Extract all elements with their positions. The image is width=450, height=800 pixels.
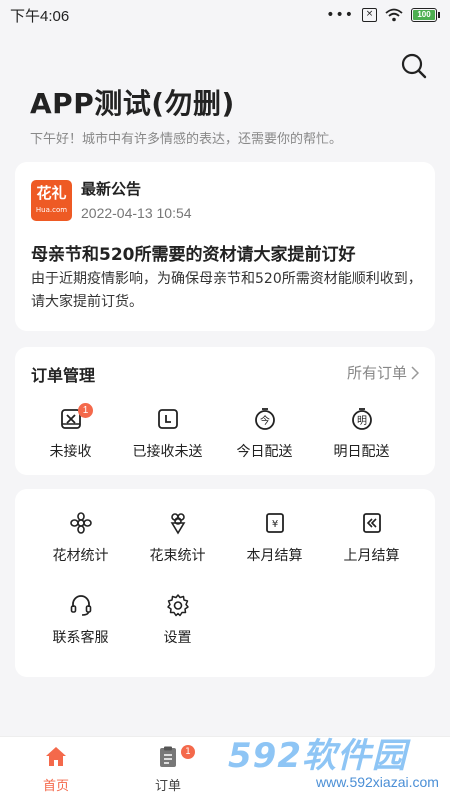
headset-icon [70,595,91,616]
tools-card: 花材统计 花束统计 ¥ 本月结算 上月结算 联系客服 设置 [15,489,435,677]
search-icon [401,53,427,79]
tool-last-month-settlement[interactable]: 上月结算 [323,511,420,565]
order-deliver-tomorrow[interactable]: 明 明日配送 [313,407,410,461]
brand-logo: 花礼 Hua.com [31,180,72,221]
tab-orders-label: 订单 [154,779,181,794]
tool-this-month-settlement[interactable]: ¥ 本月结算 [226,511,323,565]
tool-settings[interactable]: 设置 [129,593,226,647]
calendar-icon [157,409,178,429]
tool-bouquet-stats[interactable]: 花束统计 [129,511,226,565]
battery-level: 100 [413,10,435,20]
battery-icon: 100 [411,8,440,22]
clipboard-icon [160,746,176,767]
watermark-brand: 592软件园 [228,736,407,776]
order-management-title: 订单管理 [31,366,96,385]
today-clock-icon: 今 [254,408,275,430]
status-icons: ••• × 100 [326,7,440,23]
svg-text:今: 今 [260,414,270,427]
all-orders-link[interactable]: 所有订单 [347,362,419,383]
watermark-url: www.592xiazai.com [316,774,439,790]
order-management-card: 订单管理 所有订单 1 未接收 已接收未送 今 今日配送 明 明日配送 [15,347,435,475]
svg-text:¥: ¥ [271,519,277,530]
bouquet-icon [170,513,185,535]
announcement-headline: 母亲节和520所需要的资材请大家提前订好 [31,245,356,265]
tool-flower-material-stats[interactable]: 花材统计 [32,511,129,565]
announcement-body: 由于近期疫情影响，为确保母亲节和520所需资材能顺利收到，请大家提前订货。 [31,271,422,310]
tomorrow-clock-icon: 明 [351,408,372,430]
sim-icon: × [362,8,377,22]
status-time: 下午4:06 [10,7,70,25]
home-icon [46,747,66,766]
tab-home[interactable]: 首页 [21,745,91,794]
wallet-back-icon [362,513,381,533]
more-dots-icon: ••• [326,7,354,23]
wallet-yen-icon: ¥ [265,513,284,533]
announcement-card[interactable]: 花礼 Hua.com 最新公告 2022-04-13 10:54 母亲节和520… [15,162,435,331]
greeting-text: 下午好！城市中有许多情感的表达，还需要你的帮忙。 [30,132,343,147]
page-title: APP测试(勿删) [30,87,235,120]
gear-icon [166,594,189,617]
flower-icon [69,512,92,534]
tool-contact-support[interactable]: 联系客服 [32,593,129,647]
svg-text:明: 明 [357,415,367,427]
chevron-right-icon [411,365,419,380]
orders-tab-badge: 1 [181,745,195,759]
status-bar: 下午4:06 ••• × 100 [0,0,450,30]
tab-home-label: 首页 [42,779,69,794]
tab-orders[interactable]: 1 订单 [133,745,203,794]
unreceived-badge: 1 [78,403,93,418]
order-unreceived[interactable]: 1 未接收 [22,403,119,461]
announcement-date: 2022-04-13 10:54 [81,205,192,221]
watermark: 592软件园 www.592xiazai.com [220,728,450,800]
announcement-label: 最新公告 [81,180,142,198]
order-received-undelivered[interactable]: 已接收未送 [119,407,216,461]
search-button[interactable] [400,52,428,80]
wifi-icon [385,8,403,22]
order-deliver-today[interactable]: 今 今日配送 [216,407,313,461]
